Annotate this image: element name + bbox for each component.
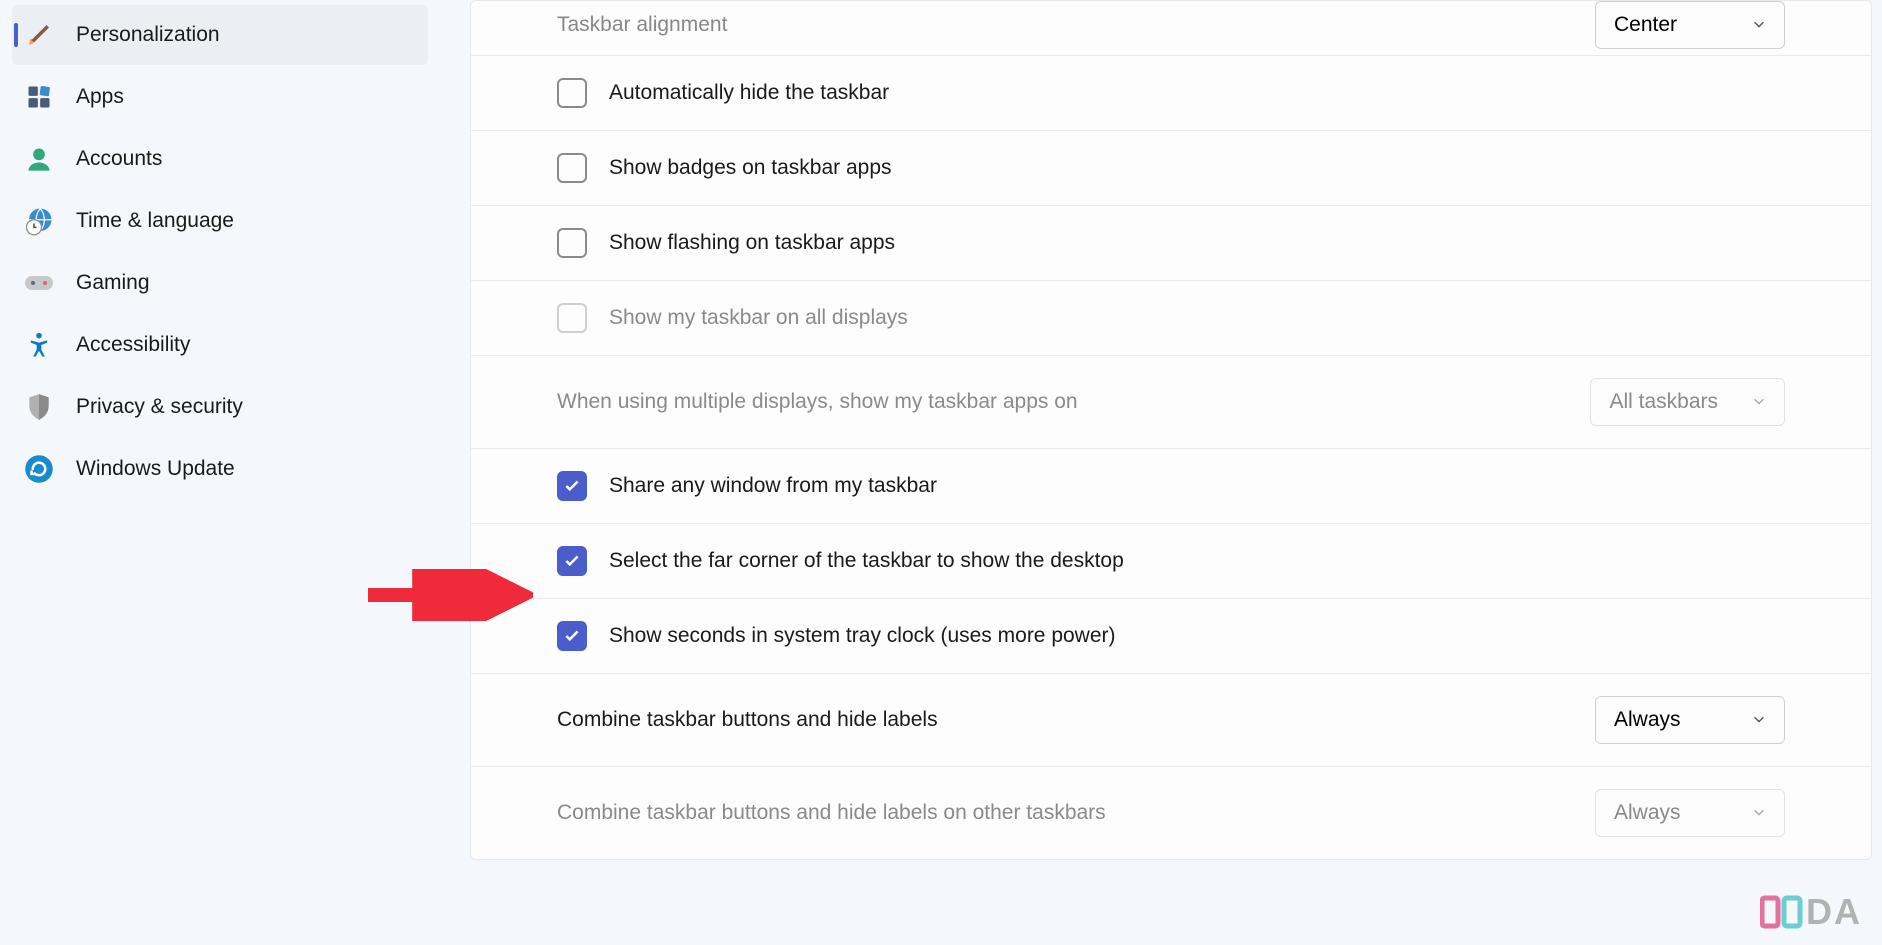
label-show-seconds: Show seconds in system tray clock (uses … — [609, 624, 1785, 648]
row-combine-buttons: Combine taskbar buttons and hide labels … — [471, 674, 1871, 767]
row-share-any-window: Share any window from my taskbar — [471, 449, 1871, 524]
gamepad-icon — [24, 268, 54, 298]
checkbox-show-flashing[interactable] — [557, 228, 587, 258]
row-show-badges: Show badges on taskbar apps — [471, 131, 1871, 206]
chevron-down-icon — [1752, 708, 1766, 732]
label-far-corner: Select the far corner of the taskbar to … — [609, 549, 1785, 573]
label-auto-hide: Automatically hide the taskbar — [609, 81, 1785, 105]
select-value: Always — [1614, 708, 1681, 732]
sidebar-item-label: Accounts — [76, 147, 162, 171]
row-multi-display-apps: When using multiple displays, show my ta… — [471, 356, 1871, 449]
row-show-all-displays: Show my taskbar on all displays — [471, 281, 1871, 356]
update-icon — [24, 454, 54, 484]
checkbox-auto-hide[interactable] — [557, 78, 587, 108]
chevron-down-icon — [1752, 390, 1766, 414]
row-combine-buttons-other: Combine taskbar buttons and hide labels … — [471, 767, 1871, 859]
row-show-flashing: Show flashing on taskbar apps — [471, 206, 1871, 281]
chevron-down-icon — [1752, 801, 1766, 825]
select-combine-buttons[interactable]: Always — [1595, 696, 1785, 744]
xda-logo-icon — [1760, 892, 1804, 932]
select-combine-buttons-other: Always — [1595, 789, 1785, 837]
globe-clock-icon — [24, 206, 54, 236]
checkbox-show-seconds[interactable] — [557, 621, 587, 651]
checkbox-show-all-displays — [557, 303, 587, 333]
row-auto-hide: Automatically hide the taskbar — [471, 56, 1871, 131]
person-icon — [24, 144, 54, 174]
settings-panel: Taskbar alignment Center Automatically h… — [470, 0, 1872, 860]
sidebar-item-label: Personalization — [76, 23, 220, 47]
sidebar-item-apps[interactable]: Apps — [12, 67, 428, 127]
sidebar-item-personalization[interactable]: Personalization — [12, 5, 428, 65]
row-taskbar-alignment: Taskbar alignment Center — [471, 1, 1871, 56]
row-show-seconds: Show seconds in system tray clock (uses … — [471, 599, 1871, 674]
label-show-flashing: Show flashing on taskbar apps — [609, 231, 1785, 255]
chevron-down-icon — [1752, 13, 1766, 37]
label-multi-display-apps: When using multiple displays, show my ta… — [557, 390, 1590, 414]
paintbrush-icon — [24, 20, 54, 50]
select-multi-display-apps: All taskbars — [1590, 378, 1785, 426]
watermark-xda: DA — [1760, 891, 1862, 933]
checkbox-share-any-window[interactable] — [557, 471, 587, 501]
accessibility-icon — [24, 330, 54, 360]
label-show-all-displays: Show my taskbar on all displays — [609, 306, 1785, 330]
shield-icon — [24, 392, 54, 422]
label-combine-buttons: Combine taskbar buttons and hide labels — [557, 708, 1595, 732]
sidebar-item-windows-update[interactable]: Windows Update — [12, 439, 428, 499]
sidebar-item-label: Time & language — [76, 209, 234, 233]
select-value: Center — [1614, 13, 1677, 37]
content-area: Taskbar alignment Center Automatically h… — [440, 0, 1882, 945]
checkbox-far-corner[interactable] — [557, 546, 587, 576]
sidebar-item-label: Gaming — [76, 271, 150, 295]
sidebar-item-label: Windows Update — [76, 457, 235, 481]
select-taskbar-alignment[interactable]: Center — [1595, 1, 1785, 49]
sidebar-item-privacy-security[interactable]: Privacy & security — [12, 377, 428, 437]
sidebar-item-label: Privacy & security — [76, 395, 243, 419]
sidebar-item-gaming[interactable]: Gaming — [12, 253, 428, 313]
sidebar-item-label: Accessibility — [76, 333, 190, 357]
label-show-badges: Show badges on taskbar apps — [609, 156, 1785, 180]
label-taskbar-alignment: Taskbar alignment — [557, 13, 1595, 37]
label-share-any-window: Share any window from my taskbar — [609, 474, 1785, 498]
sidebar-item-time-language[interactable]: Time & language — [12, 191, 428, 251]
sidebar-item-label: Apps — [76, 85, 124, 109]
label-combine-buttons-other: Combine taskbar buttons and hide labels … — [557, 801, 1595, 825]
checkbox-show-badges[interactable] — [557, 153, 587, 183]
select-value: Always — [1614, 801, 1681, 825]
sidebar-item-accessibility[interactable]: Accessibility — [12, 315, 428, 375]
select-value: All taskbars — [1609, 390, 1718, 414]
row-far-corner: Select the far corner of the taskbar to … — [471, 524, 1871, 599]
watermark-text: DA — [1806, 891, 1862, 933]
sidebar: Personalization Apps Accounts Time & lan… — [0, 0, 440, 945]
sidebar-item-accounts[interactable]: Accounts — [12, 129, 428, 189]
apps-icon — [24, 82, 54, 112]
